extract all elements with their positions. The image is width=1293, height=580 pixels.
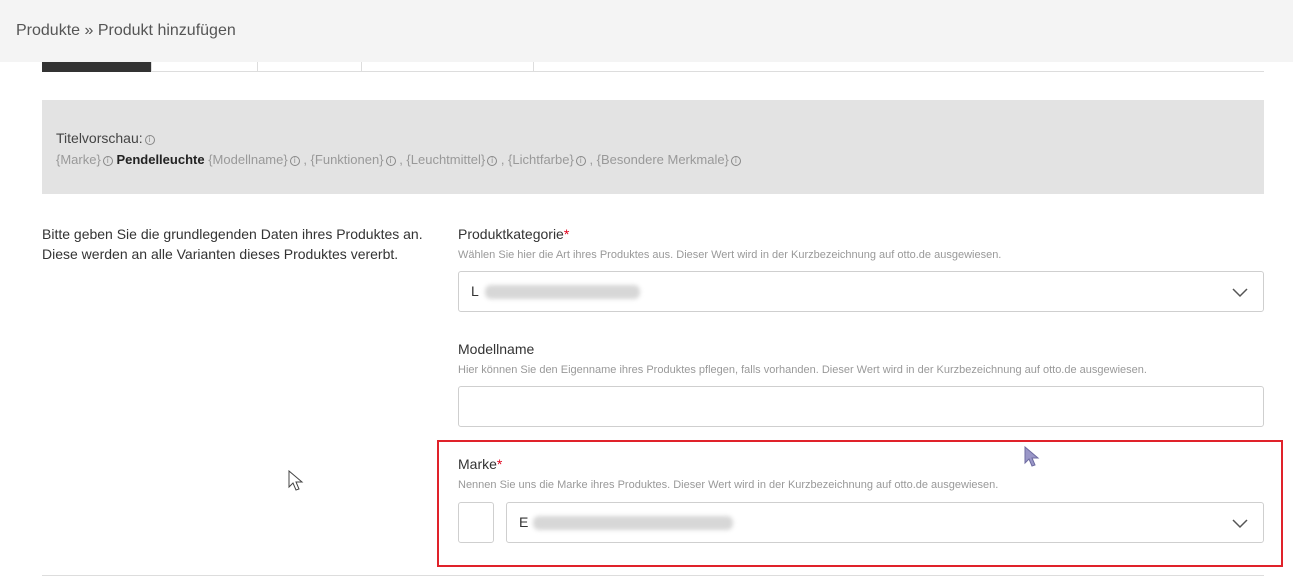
tab-active[interactable]	[42, 62, 152, 72]
info-icon[interactable]: i	[575, 156, 586, 166]
info-icon[interactable]: i	[144, 135, 155, 145]
preview-title: Titelvorschau:	[56, 130, 143, 146]
modellname-input[interactable]	[458, 386, 1264, 427]
modellname-label: Modellname	[458, 341, 535, 357]
preview-leuchtmittel: , {Leuchtmittel}	[399, 152, 486, 167]
title-preview-panel: Titelvorschau: i {Marke} i Pendelleuchte {…	[42, 100, 1264, 194]
breadcrumb-current: Produkt hinzufügen	[97, 22, 236, 39]
redacted-value	[485, 285, 640, 299]
produktkategorie-value: L	[471, 283, 479, 299]
preview-lichtfarbe: , {Lichtfarbe}	[500, 152, 574, 167]
tab-3[interactable]	[258, 62, 362, 72]
mouse-cursor-icon	[1024, 446, 1040, 467]
produktkategorie-select[interactable]: L	[458, 271, 1264, 312]
highlight-box-marke	[437, 440, 1283, 567]
mouse-cursor-icon	[288, 470, 304, 491]
tab-bar	[42, 62, 1264, 72]
breadcrumb-parent[interactable]: Produkte	[16, 22, 80, 39]
preview-category: Pendelleuchte	[116, 152, 205, 167]
preview-modellname: {Modellname}	[208, 152, 288, 167]
info-icon[interactable]: i	[487, 156, 498, 166]
preview-marke: {Marke}	[56, 152, 101, 167]
breadcrumb: Produkte » Produkt hinzufügen	[16, 22, 236, 40]
preview-besondere-merkmale: , {Besondere Merkmale}	[589, 152, 729, 167]
chevron-down-icon[interactable]	[1231, 283, 1249, 301]
tab-4[interactable]	[362, 62, 534, 72]
modellname-help: Hier können Sie den Eigenname ihres Prod…	[458, 364, 1147, 376]
required-mark: *	[563, 226, 570, 242]
section-divider	[42, 575, 1264, 576]
produktkategorie-help: Wählen Sie hier die Art ihres Produktes …	[458, 249, 1002, 261]
info-icon[interactable]: i	[730, 156, 741, 166]
breadcrumb-separator: »	[84, 22, 94, 39]
top-bar: Produkte » Produkt hinzufügen	[0, 0, 1293, 62]
info-icon[interactable]: i	[385, 156, 396, 166]
section-intro-text: Bitte geben Sie die grundlegenden Daten …	[42, 226, 423, 262]
info-icon[interactable]: i	[289, 156, 300, 166]
preview-funktionen: , {Funktionen}	[303, 152, 384, 167]
preview-title-line: {Marke} i Pendelleuchte {Modellname} i , {…	[56, 152, 1250, 167]
tab-2[interactable]	[152, 62, 258, 72]
info-icon[interactable]: i	[102, 156, 113, 166]
produktkategorie-label: Produktkategorie*	[458, 226, 570, 242]
